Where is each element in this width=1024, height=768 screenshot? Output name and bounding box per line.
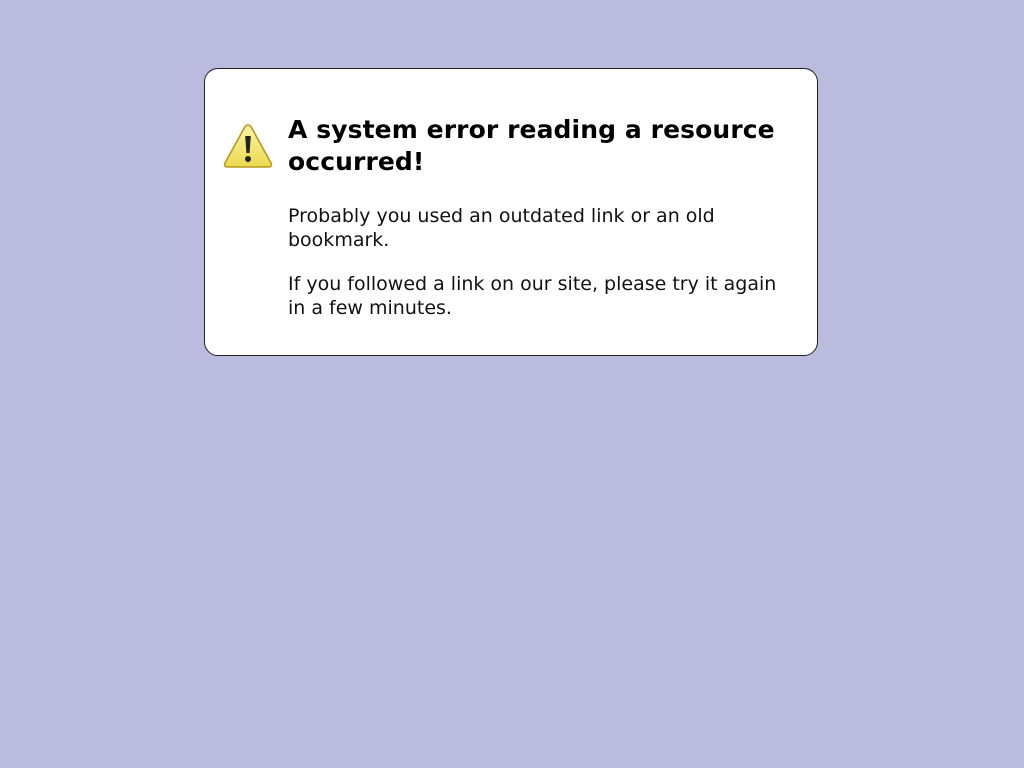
- error-content: A system error reading a resource occurr…: [288, 114, 798, 320]
- warning-icon: [222, 122, 274, 170]
- error-dialog: A system error reading a resource occurr…: [204, 68, 818, 356]
- error-message-outdated-link: Probably you used an outdated link or an…: [288, 205, 715, 251]
- error-title: A system error reading a resource occurr…: [288, 115, 775, 176]
- error-message-retry: If you followed a link on our site, plea…: [288, 273, 777, 319]
